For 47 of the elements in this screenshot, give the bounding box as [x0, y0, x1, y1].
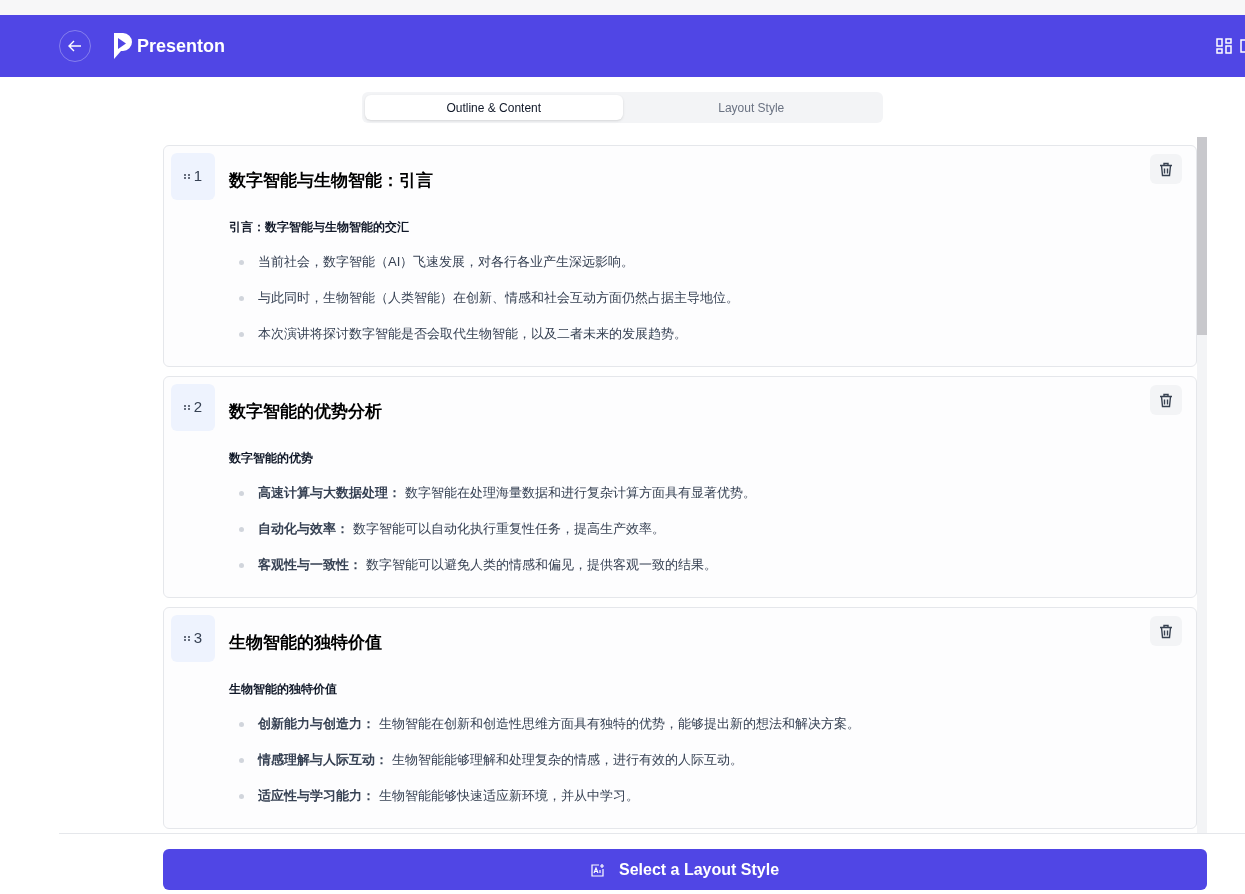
bullet-icon — [239, 295, 244, 301]
bullet-text[interactable]: 客观性与一致性： 数字智能可以避免人类的情感和偏见，提供客观一致的结果。 — [258, 555, 717, 575]
grid-icon[interactable] — [1216, 38, 1232, 54]
slide-number[interactable]: 3 — [171, 615, 215, 662]
scrollbar[interactable] — [1197, 137, 1207, 833]
slide-title[interactable]: 生物智能的独特价值 — [229, 632, 860, 654]
bullet-icon — [239, 721, 244, 727]
select-layout-button[interactable]: Select a Layout Style — [163, 849, 1207, 890]
drag-handle-icon[interactable] — [183, 174, 191, 179]
delete-button[interactable] — [1150, 385, 1182, 415]
bullet-text[interactable]: 与此同时，生物智能（人类智能）在创新、情感和社会互动方面仍然占据主导地位。 — [258, 288, 739, 308]
logo-icon — [113, 32, 134, 60]
delete-button[interactable] — [1150, 616, 1182, 646]
scrollbar-thumb[interactable] — [1197, 137, 1207, 335]
bullet-icon — [239, 562, 244, 568]
slide-subtitle[interactable]: 引言：数字智能与生物智能的交汇 — [229, 218, 739, 236]
slide-subtitle[interactable]: 数字智能的优势 — [229, 449, 756, 467]
bullet-text[interactable]: 创新能力与创造力： 生物智能在创新和创造性思维方面具有独特的优势，能够提出新的想法和解决方案。 — [258, 714, 860, 734]
bullet-icon — [239, 757, 244, 763]
slide-subtitle[interactable]: 生物智能的独特价值 — [229, 680, 860, 698]
trash-icon — [1159, 392, 1173, 408]
delete-button[interactable] — [1150, 154, 1182, 184]
back-arrow-icon — [68, 40, 82, 52]
bullet-text[interactable]: 当前社会，数字智能（AI）飞速发展，对各行各业产生深远影响。 — [258, 252, 635, 272]
tab[interactable]: Layout Style — [622, 95, 880, 120]
bullet-text[interactable]: 自动化与效率： 数字智能可以自动化执行重复性任务，提高生产效率。 — [258, 519, 665, 539]
trash-icon — [1159, 623, 1173, 639]
drag-handle-icon[interactable] — [183, 405, 191, 410]
slide-title[interactable]: 数字智能的优势分析 — [229, 401, 756, 423]
brand-name: Presenton — [137, 34, 226, 58]
bullet-text[interactable]: 适应性与学习能力： 生物智能能够快速适应新环境，并从中学习。 — [258, 786, 639, 806]
bullet-icon — [239, 259, 244, 265]
bullet-text[interactable]: 本次演讲将探讨数字智能是否会取代生物智能，以及二者未来的发展趋势。 — [258, 324, 687, 344]
panel-icon[interactable] — [1240, 39, 1245, 53]
trash-icon — [1159, 161, 1173, 177]
bullet-icon — [239, 526, 244, 532]
bullet-icon — [239, 490, 244, 496]
bullet-text[interactable]: 高速计算与大数据处理： 数字智能在处理海量数据和进行复杂计算方面具有显著优势。 — [258, 483, 756, 503]
ai-image-icon — [590, 862, 605, 877]
slide-number[interactable]: 1 — [171, 153, 215, 200]
drag-handle-icon[interactable] — [183, 636, 191, 641]
bullet-icon — [239, 331, 244, 337]
bullet-icon — [239, 793, 244, 799]
tab[interactable]: Outline & Content — [365, 95, 623, 120]
bullet-text[interactable]: 情感理解与人际互动： 生物智能能够理解和处理复杂的情感，进行有效的人际互动。 — [258, 750, 743, 770]
slide-number[interactable]: 2 — [171, 384, 215, 431]
slide-title[interactable]: 数字智能与生物智能：引言 — [229, 170, 739, 192]
